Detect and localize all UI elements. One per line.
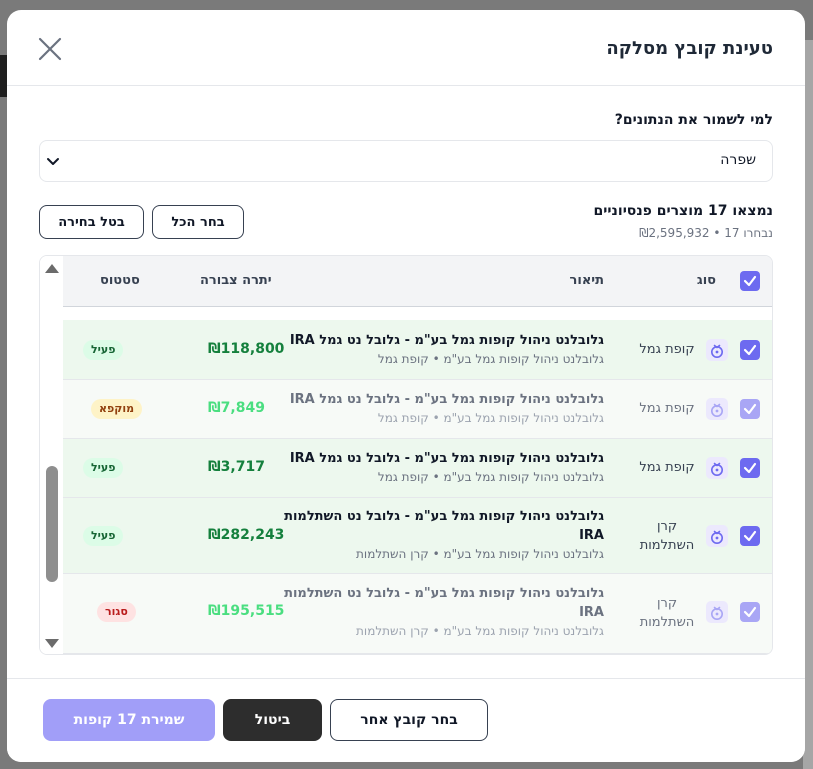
table-header: סוג תיאור יתרה צבורה סטטוס <box>63 256 772 307</box>
row-checkbox[interactable] <box>740 399 760 419</box>
choose-other-file-button[interactable]: בחר קובץ אחר <box>330 699 488 741</box>
row-balance: ₪282,243 <box>208 527 285 543</box>
row-description: גלובלנט ניהול קופות גמל בע"מ - גלובל נט … <box>284 331 604 367</box>
check-icon <box>743 606 757 618</box>
row-description: גלובלנט ניהול קופות גמל בע"מ - גלובל נט … <box>284 584 604 639</box>
table-row[interactable]: קופת גמל גלובלנט ניהול קופות גמל בע"מ - … <box>63 439 772 498</box>
scroll-thumb[interactable] <box>46 466 58 582</box>
chevron-down-icon <box>46 155 60 169</box>
row-description: גלובלנט ניהול קופות גמל בע"מ - גלובל נט … <box>284 449 604 485</box>
upload-modal: טעינת קובץ מסלקה למי לשמור את הנתונים? ש… <box>7 10 805 762</box>
row-description-main: גלובלנט ניהול קופות גמל בע"מ - גלובל נט … <box>289 392 604 407</box>
table-scrollbar[interactable] <box>40 256 63 654</box>
row-balance: ₪118,800 <box>208 341 285 357</box>
money-bag-icon <box>706 601 728 623</box>
row-description-sub: גלובלנט ניהול קופות גמל בע"מ • קרן השתלמ… <box>356 547 604 561</box>
status-badge: מוקפא <box>91 399 143 419</box>
scroll-up-arrow-icon[interactable] <box>45 264 59 273</box>
selected-summary: נבחרו 17 • ₪2,595,932 <box>639 226 773 240</box>
row-type: קופת גמל <box>639 342 695 357</box>
check-icon <box>743 344 757 356</box>
row-balance: ₪7,849 <box>208 400 265 416</box>
modal-header: טעינת קובץ מסלקה <box>7 10 805 86</box>
row-type: קופת גמל <box>639 401 695 416</box>
close-icon <box>38 37 62 61</box>
check-icon <box>743 275 757 287</box>
check-icon <box>743 403 757 415</box>
check-icon <box>743 530 757 542</box>
money-bag-icon <box>706 525 728 547</box>
row-description-sub: גלובלנט ניהול קופות גמל בע"מ • קרן השתלמ… <box>356 624 604 638</box>
cancel-button[interactable]: ביטול <box>223 699 322 741</box>
money-bag-icon <box>706 457 728 479</box>
modal-title: טעינת קובץ מסלקה <box>606 38 773 59</box>
header-type: סוג <box>696 273 716 288</box>
row-balance: ₪195,515 <box>208 603 285 619</box>
select-all-checkbox[interactable] <box>740 271 760 291</box>
table-row[interactable]: קרן השתלמות גלובלנט ניהול קופות גמל בע"מ… <box>63 574 772 654</box>
status-badge: פעיל <box>83 458 124 478</box>
status-badge: פעיל <box>83 340 124 360</box>
row-description-main: גלובלנט ניהול קופות גמל בע"מ - גלובל נט … <box>284 509 604 543</box>
row-type: קופת גמל <box>639 460 695 475</box>
row-checkbox[interactable] <box>740 526 760 546</box>
table-body: קופת גמל גלובלנט ניהול קופות גמל בע"מ - … <box>63 308 772 654</box>
products-table: סוג תיאור יתרה צבורה סטטוס קופת גמל גלוב… <box>39 255 773 655</box>
owner-select-value: שפרה <box>720 152 756 168</box>
row-type: קרן השתלמות <box>639 519 695 553</box>
owner-question: למי לשמור את הנתונים? <box>614 112 773 128</box>
deselect-button[interactable]: בטל בחירה <box>39 205 144 239</box>
header-description: תיאור <box>569 273 604 288</box>
table-row[interactable]: קופת גמל גלובלנט ניהול קופות גמל בע"מ - … <box>63 380 772 439</box>
status-badge: סגור <box>97 602 136 622</box>
row-description-sub: גלובלנט ניהול קופות גמל בע"מ • קופת גמל <box>377 470 604 484</box>
check-icon <box>743 462 757 474</box>
row-checkbox[interactable] <box>740 602 760 622</box>
row-description-sub: גלובלנט ניהול קופות גמל בע"מ • קופת גמל <box>377 352 604 366</box>
owner-select[interactable]: שפרה <box>39 140 773 182</box>
row-description-sub: גלובלנט ניהול קופות גמל בע"מ • קופת גמל <box>377 411 604 425</box>
row-description-main: גלובלנט ניהול קופות גמל בע"מ - גלובל נט … <box>289 451 604 466</box>
select-all-button[interactable]: בחר הכל <box>152 205 244 239</box>
row-checkbox[interactable] <box>740 458 760 478</box>
row-description-main: גלובלנט ניהול קופות גמל בע"מ - גלובל נט … <box>289 333 604 348</box>
products-found-title: נמצאו 17 מוצרים פנסיוניים <box>593 203 773 219</box>
table-row[interactable]: קרן השתלמות גלובלנט ניהול קופות גמל בע"מ… <box>63 498 772 574</box>
row-description-main: גלובלנט ניהול קופות גמל בע"מ - גלובל נט … <box>284 586 604 620</box>
save-button[interactable]: שמירת 17 קופות <box>43 699 215 741</box>
row-description: גלובלנט ניהול קופות גמל בע"מ - גלובל נט … <box>284 507 604 562</box>
money-bag-icon <box>706 339 728 361</box>
modal-footer: בחר קובץ אחר ביטול שמירת 17 קופות <box>7 678 805 762</box>
row-description: גלובלנט ניהול קופות גמל בע"מ - גלובל נט … <box>284 390 604 426</box>
row-type: קרן השתלמות <box>639 596 695 630</box>
row-balance: ₪3,717 <box>208 459 265 475</box>
table-row[interactable]: קופת גמל גלובלנט ניהול קופות גמל בע"מ - … <box>63 320 772 380</box>
header-status: סטטוס <box>100 273 140 288</box>
row-checkbox[interactable] <box>740 340 760 360</box>
money-bag-icon <box>706 398 728 420</box>
close-button[interactable] <box>37 36 63 62</box>
status-badge: פעיל <box>83 526 124 546</box>
scroll-down-arrow-icon[interactable] <box>45 639 59 648</box>
header-balance: יתרה צבורה <box>200 273 272 288</box>
